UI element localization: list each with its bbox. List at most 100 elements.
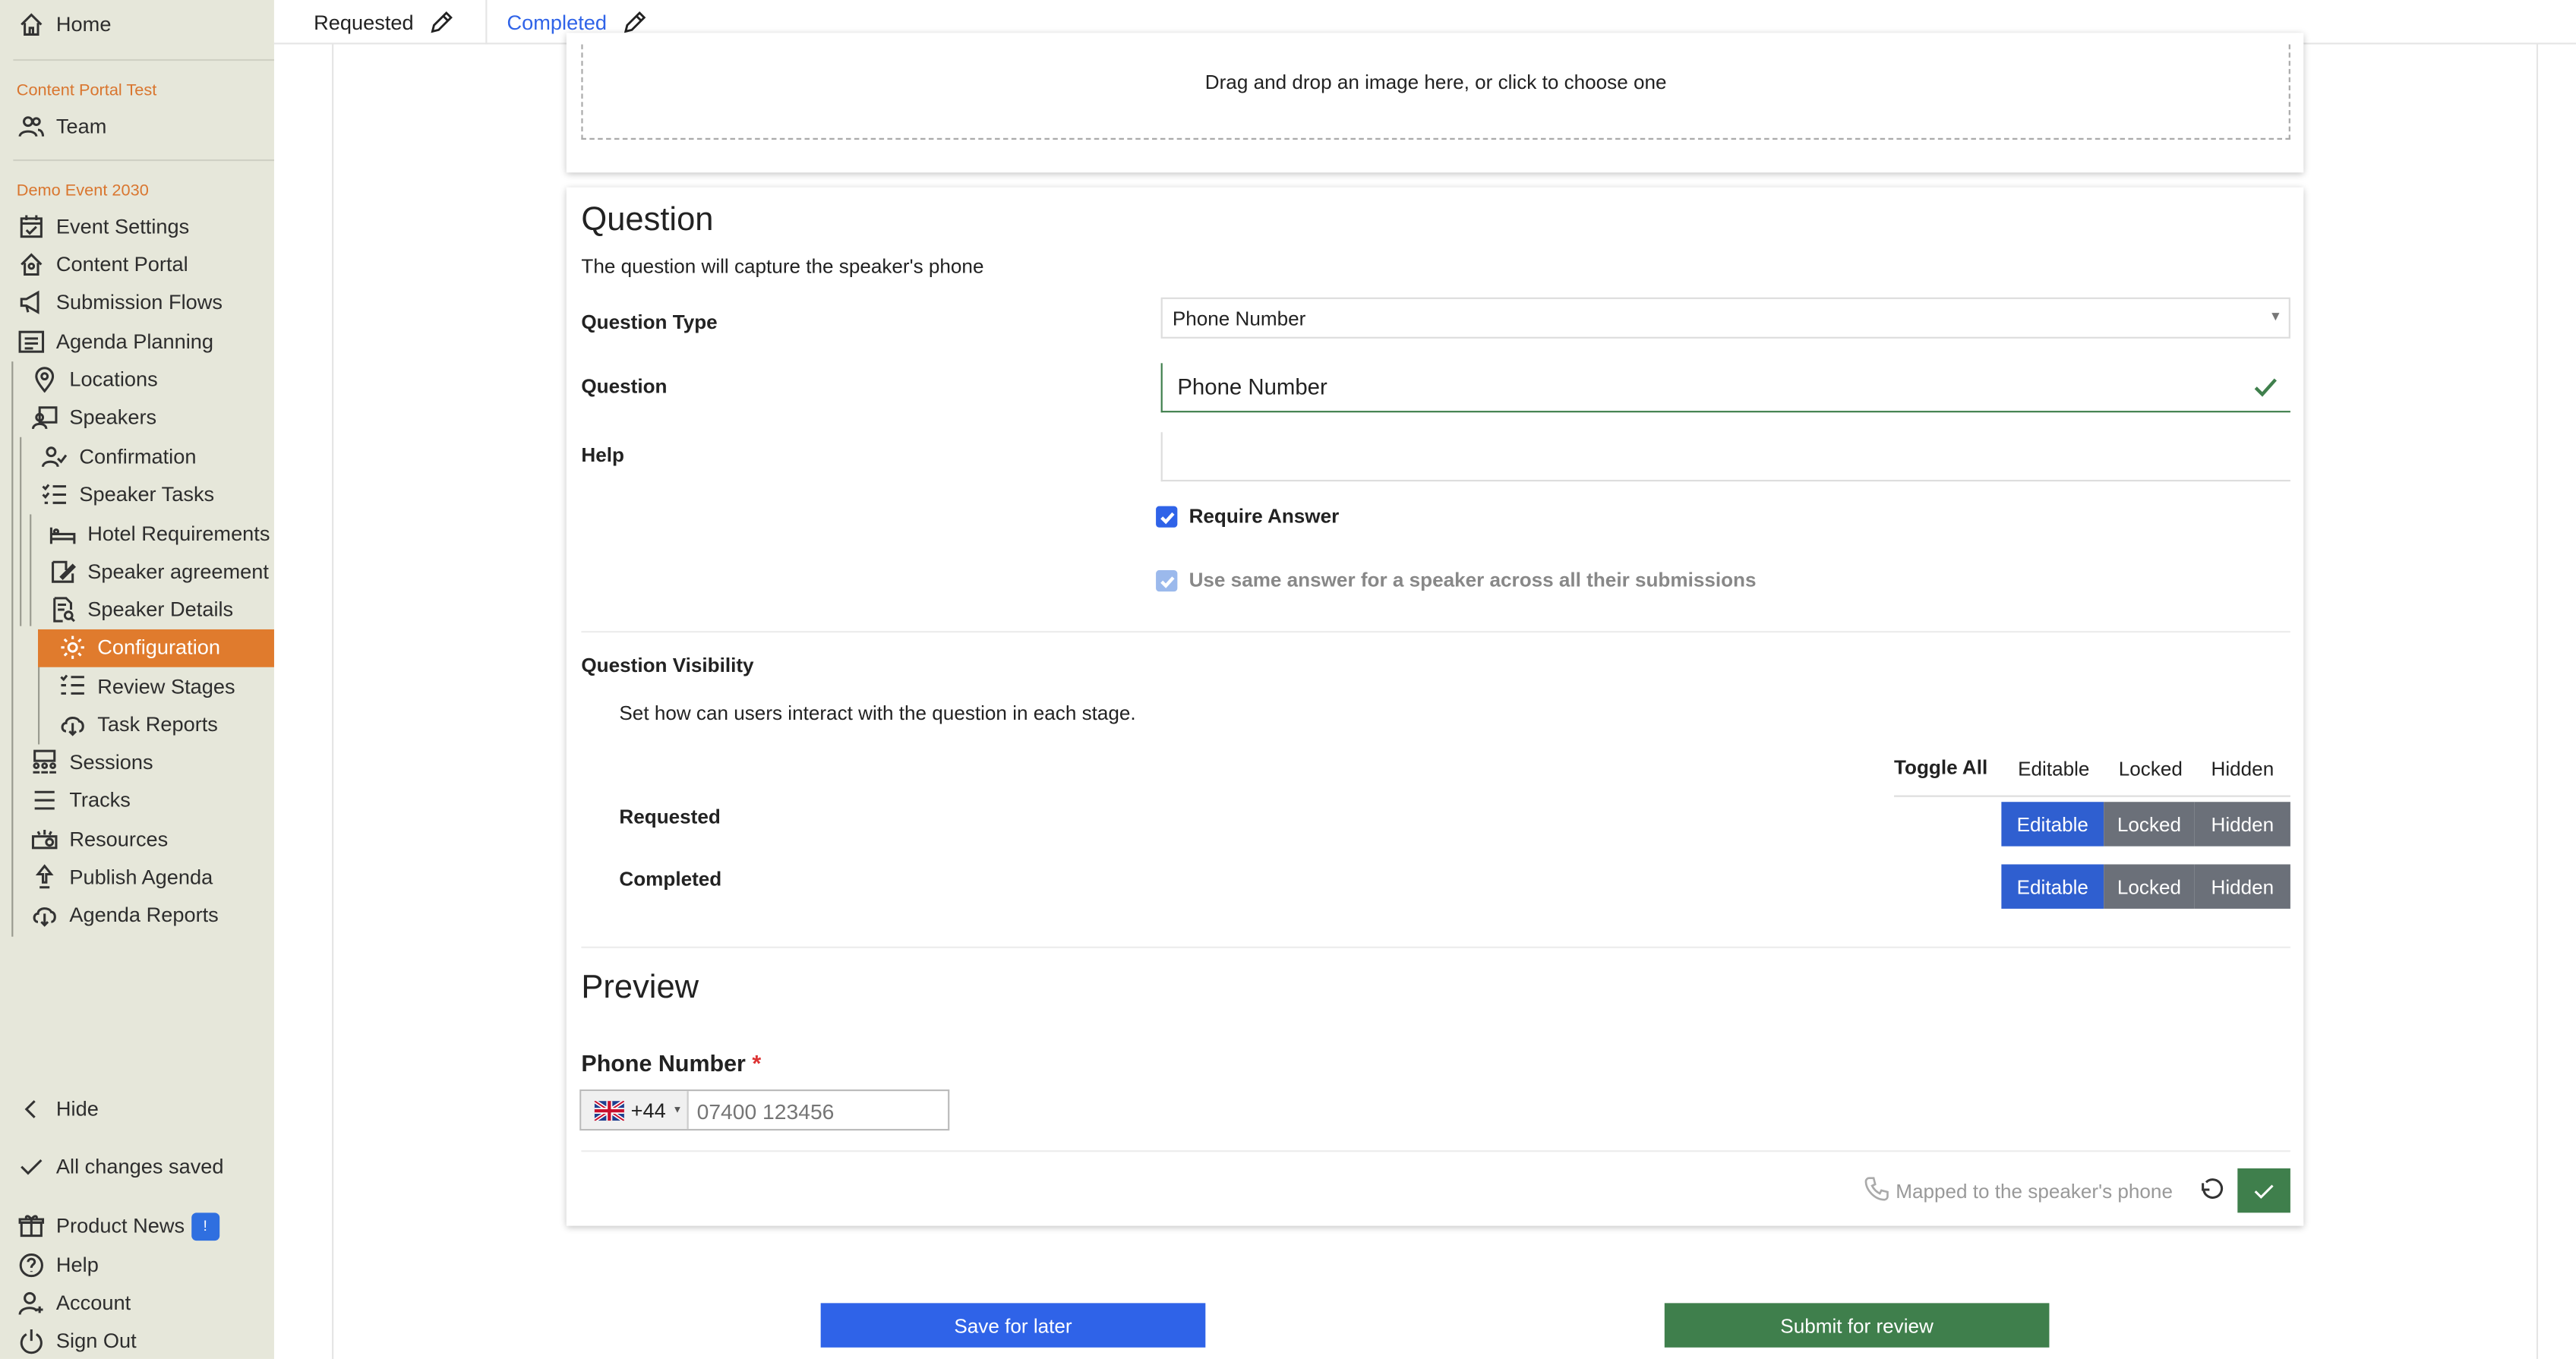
sidebar-item-agenda-planning[interactable]: Agenda Planning bbox=[17, 323, 213, 360]
sidebar-item-resources[interactable]: Resources bbox=[30, 821, 168, 858]
help-icon bbox=[17, 1252, 46, 1279]
sidebar-hide-button[interactable]: Hide bbox=[17, 1091, 99, 1127]
phone-number-input[interactable] bbox=[696, 1096, 942, 1126]
valid-check-icon bbox=[2254, 378, 2277, 397]
country-code-select[interactable]: +44 ▼ bbox=[581, 1091, 689, 1129]
chevron-left-icon bbox=[17, 1096, 46, 1123]
question-type-select[interactable]: Phone Number ▼ bbox=[1160, 297, 2290, 339]
account-icon bbox=[17, 1290, 46, 1316]
sidebar-item-label: Publish Agenda bbox=[69, 866, 213, 889]
help-label: Help bbox=[581, 443, 624, 467]
location-pin-icon bbox=[30, 367, 59, 393]
check-icon bbox=[2254, 1184, 2274, 1198]
sidebar-item-event-settings[interactable]: Event Settings bbox=[17, 209, 189, 245]
sidebar-item-label: Hotel Requirements bbox=[87, 522, 270, 546]
tab-requested[interactable]: Requested bbox=[314, 0, 455, 44]
checkmark-icon bbox=[1160, 575, 1174, 588]
cloud-download-icon bbox=[30, 902, 59, 929]
sidebar-item-label: Review Stages bbox=[97, 675, 235, 698]
list-icon bbox=[17, 329, 46, 355]
power-icon bbox=[17, 1328, 46, 1354]
sidebar-item-account[interactable]: Account bbox=[17, 1285, 131, 1322]
sidebar-item-publish-agenda[interactable]: Publish Agenda bbox=[30, 859, 213, 896]
sidebar-item-label: Home bbox=[55, 13, 112, 36]
team-icon bbox=[17, 113, 46, 140]
sidebar-item-label: Confirmation bbox=[79, 445, 197, 468]
toggle-all-locked[interactable]: Locked bbox=[2119, 758, 2183, 780]
sidebar-item-confirmation[interactable]: Confirmation bbox=[39, 439, 196, 475]
sidebar-item-label: Resources bbox=[69, 828, 169, 852]
sidebar-item-label: Speakers bbox=[69, 405, 157, 429]
sidebar-item-content-portal[interactable]: Content Portal bbox=[17, 247, 188, 283]
visibility-toggle-requested: Editable Locked Hidden bbox=[2001, 802, 2290, 847]
dropzone-text: Drag and drop an image here, or click to… bbox=[1204, 71, 1667, 94]
same-answer-label: Use same answer for a speaker across all… bbox=[1189, 568, 1757, 592]
sidebar-item-label: Speaker Tasks bbox=[79, 483, 215, 506]
sidebar-item-home[interactable]: Home bbox=[17, 7, 112, 43]
question-input[interactable]: Phone Number bbox=[1160, 363, 2290, 413]
save-for-later-button[interactable]: Save for later bbox=[820, 1303, 1206, 1348]
option-hidden[interactable]: Hidden bbox=[2194, 864, 2290, 909]
required-mark: * bbox=[752, 1050, 762, 1077]
sidebar-item-sign-out[interactable]: Sign Out bbox=[17, 1323, 137, 1359]
image-dropzone[interactable]: Drag and drop an image here, or click to… bbox=[581, 44, 2290, 140]
option-hidden[interactable]: Hidden bbox=[2194, 802, 2290, 847]
checklist-icon bbox=[39, 481, 69, 508]
sidebar-item-configuration[interactable]: Configuration bbox=[58, 629, 220, 666]
sidebar-item-hotel-requirements[interactable]: Hotel Requirements bbox=[48, 516, 270, 553]
reset-icon[interactable] bbox=[2198, 1177, 2224, 1203]
section-label: Content Portal Test bbox=[16, 82, 157, 101]
visibility-title: Question Visibility bbox=[581, 654, 754, 677]
toggle-all-hidden[interactable]: Hidden bbox=[2211, 758, 2275, 780]
toggle-all-editable[interactable]: Editable bbox=[2018, 758, 2089, 780]
require-answer-label: Require Answer bbox=[1189, 504, 1340, 528]
sidebar-item-product-news[interactable]: Product News! bbox=[17, 1208, 219, 1244]
caret-down-icon: ▼ bbox=[672, 1105, 683, 1115]
sidebar-item-label: Locations bbox=[69, 367, 158, 392]
sidebar-item-label: Speaker agreement bbox=[87, 560, 269, 584]
pencil-icon[interactable] bbox=[623, 10, 649, 34]
sidebar-item-label: Task Reports bbox=[97, 713, 218, 736]
sidebar-item-team[interactable]: Team bbox=[17, 109, 106, 145]
sidebar-item-review-stages[interactable]: Review Stages bbox=[58, 669, 235, 705]
divider bbox=[581, 1150, 2290, 1152]
speaker-icon bbox=[30, 404, 59, 430]
question-type-label: Question Type bbox=[581, 311, 718, 334]
sidebar-item-sessions[interactable]: Sessions bbox=[30, 744, 153, 780]
sidebar-item-tracks[interactable]: Tracks bbox=[30, 782, 131, 818]
sidebar-item-label: Hide bbox=[55, 1097, 99, 1121]
stage-name-requested: Requested bbox=[619, 805, 721, 828]
sidebar-item-task-reports[interactable]: Task Reports bbox=[58, 707, 218, 743]
sidebar-item-speakers[interactable]: Speakers bbox=[30, 399, 156, 436]
pencil-icon[interactable] bbox=[430, 10, 455, 34]
sidebar-item-locations[interactable]: Locations bbox=[30, 361, 158, 398]
stages-icon bbox=[58, 673, 87, 700]
preview-title: Preview bbox=[581, 969, 699, 1006]
sidebar-item-speaker-details[interactable]: Speaker Details bbox=[48, 591, 233, 628]
sidebar-item-submission-flows[interactable]: Submission Flows bbox=[17, 284, 223, 320]
option-editable[interactable]: Editable bbox=[2001, 802, 2104, 847]
option-locked[interactable]: Locked bbox=[2104, 864, 2195, 909]
sidebar-item-speaker-tasks[interactable]: Speaker Tasks bbox=[39, 477, 214, 513]
gift-icon bbox=[17, 1212, 46, 1239]
sidebar-item-label: Tracks bbox=[69, 788, 131, 812]
tab-label: Completed bbox=[507, 11, 607, 34]
document-search-icon bbox=[48, 597, 77, 623]
sidebar-item-help[interactable]: Help bbox=[17, 1247, 99, 1284]
caret-down-icon: ▼ bbox=[2268, 308, 2283, 324]
check-icon bbox=[17, 1153, 46, 1180]
option-editable[interactable]: Editable bbox=[2001, 864, 2104, 909]
publish-icon bbox=[30, 864, 59, 891]
help-input[interactable] bbox=[1160, 432, 2290, 482]
divider bbox=[581, 631, 2290, 633]
option-locked[interactable]: Locked bbox=[2104, 802, 2195, 847]
submit-for-review-button[interactable]: Submit for review bbox=[1664, 1303, 2050, 1348]
content-border bbox=[2536, 44, 2539, 1359]
stage-name-completed: Completed bbox=[619, 867, 722, 891]
tab-divider bbox=[485, 0, 488, 45]
cloud-download-icon bbox=[58, 711, 87, 738]
sidebar-item-agenda-reports[interactable]: Agenda Reports bbox=[30, 897, 219, 934]
require-answer-checkbox[interactable] bbox=[1156, 506, 1178, 528]
sidebar-item-speaker-agreement[interactable]: Speaker agreement bbox=[48, 553, 269, 590]
confirm-button[interactable] bbox=[2237, 1168, 2290, 1213]
